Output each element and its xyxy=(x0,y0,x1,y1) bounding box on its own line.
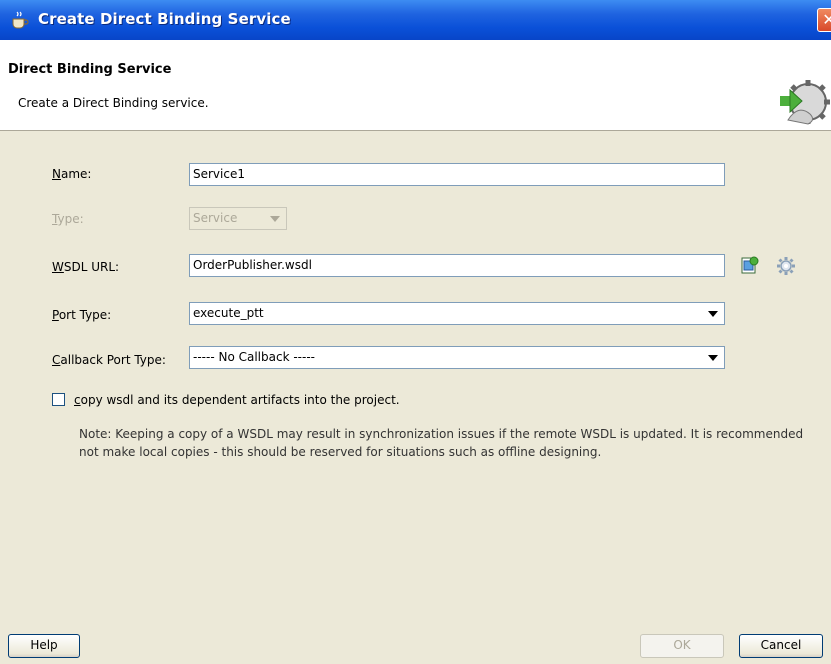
type-select-value: Service xyxy=(193,211,238,225)
wsdl-url-field[interactable]: OrderPublisher.wsdl xyxy=(189,254,725,277)
callback-port-type-label: Callback Port Type: xyxy=(52,353,166,367)
gear-icon[interactable] xyxy=(776,256,796,276)
note-text: Note: Keeping a copy of a WSDL may resul… xyxy=(79,427,804,459)
callback-port-type-select[interactable]: ----- No Callback ----- xyxy=(189,346,725,369)
name-label: Name: xyxy=(52,167,92,181)
port-type-select[interactable]: execute_ptt xyxy=(189,302,725,325)
help-button[interactable]: Help xyxy=(8,634,80,658)
name-field[interactable]: Service1 xyxy=(189,163,725,186)
callback-port-type-value: ----- No Callback ----- xyxy=(193,350,315,364)
chevron-down-icon xyxy=(270,216,280,222)
header-title: Direct Binding Service xyxy=(8,62,172,77)
gear-arrow-icon xyxy=(780,80,830,125)
type-select: Service xyxy=(189,207,287,230)
ok-button[interactable]: OK xyxy=(640,634,724,658)
type-label: Type: xyxy=(52,212,84,226)
coffee-cup-icon xyxy=(12,11,29,29)
close-button[interactable]: ✕ xyxy=(817,8,831,32)
find-service-icon[interactable] xyxy=(740,255,760,275)
copy-wsdl-checkbox[interactable] xyxy=(52,393,65,406)
title-bar: Create Direct Binding Service ✕ xyxy=(0,0,831,40)
window-title: Create Direct Binding Service xyxy=(38,10,291,28)
wsdl-url-label: WSDL URL: xyxy=(52,260,120,274)
dialog-header: Direct Binding Service Create a Direct B… xyxy=(0,40,831,131)
cancel-button[interactable]: Cancel xyxy=(739,634,823,658)
copy-wsdl-label[interactable]: copy wsdl and its dependent artifacts in… xyxy=(74,393,400,407)
chevron-down-icon xyxy=(708,355,718,361)
header-subtitle: Create a Direct Binding service. xyxy=(18,96,209,110)
chevron-down-icon xyxy=(708,311,718,317)
port-type-label: Port Type: xyxy=(52,308,112,322)
port-type-value: execute_ptt xyxy=(193,306,264,320)
